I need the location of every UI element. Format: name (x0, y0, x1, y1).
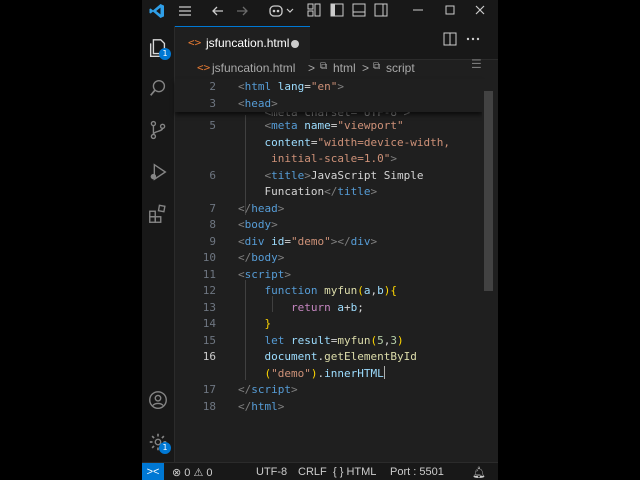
copilot-icon[interactable] (267, 3, 297, 23)
code-line-7: </head> (238, 201, 285, 215)
breadcrumb-separator: > (308, 61, 316, 75)
tag-icon: ⧉ (320, 61, 328, 72)
vscode-window: 1 1 <> jsfuncation.html <> jsfuncation.h… (142, 0, 498, 480)
code-line-6: <title>JavaScript Simple (264, 168, 424, 182)
live-server-port[interactable]: Port : 5501 (390, 466, 444, 478)
tag-icon: ⧉ (373, 61, 381, 72)
language-mode[interactable]: { } HTML (333, 466, 376, 478)
code-editor[interactable]: <meta charset="UTF-8"> <meta name="viewp… (175, 79, 482, 462)
code-line-18: </html> (238, 399, 285, 413)
html-file-icon: <> (188, 36, 202, 49)
tab-label: jsfuncation.html (206, 36, 290, 50)
line-number: 17 (202, 383, 216, 396)
minimap-icon: ☰ (471, 57, 482, 71)
account-icon[interactable] (144, 386, 172, 414)
code-line-10: </body> (238, 251, 285, 264)
close-icon[interactable] (468, 3, 492, 23)
breadcrumb-file-icon: <> (197, 61, 211, 74)
layout-toggle-icon[interactable] (305, 3, 323, 23)
line-number: 9 (209, 234, 216, 248)
search-icon[interactable] (144, 74, 172, 102)
status-bar: >< ⊗ 0 ⚠ 0 UTF-8 CRLF { } HTML Port : 55… (142, 462, 498, 480)
code-line-11: <script> (238, 267, 291, 281)
line-number: 10 (202, 251, 216, 264)
code-line-16-wrap: ("demo").innerHTML (264, 365, 385, 380)
sticky-line-2: <html lang="en"> (238, 80, 344, 93)
remote-indicator-icon[interactable]: >< (142, 463, 164, 480)
code-line-8: <body> (238, 218, 278, 231)
split-editor-icon[interactable] (441, 32, 459, 52)
breadcrumb-script[interactable]: script (386, 61, 415, 75)
line-number: 12 (202, 284, 216, 297)
breadcrumb: <> jsfuncation.html > ⧉ html > ⧉ script … (175, 57, 485, 79)
minimize-icon[interactable] (406, 3, 430, 23)
line-number: 3 (209, 96, 216, 110)
line-number-current: 16 (202, 350, 216, 363)
extensions-icon[interactable] (144, 200, 172, 228)
menu-icon[interactable] (175, 3, 195, 23)
breadcrumb-html[interactable]: html (333, 61, 356, 75)
encoding-indicator[interactable]: UTF-8 (256, 466, 287, 478)
vscode-logo-icon (148, 3, 166, 23)
code-line-5-wrap1: content="width=device-width, (264, 135, 450, 149)
line-number: 15 (202, 333, 216, 347)
run-debug-icon[interactable] (144, 158, 172, 186)
code-line-15: let result=myfun(5,3) (264, 333, 404, 347)
line-number: 7 (209, 201, 216, 215)
maximize-icon[interactable] (438, 3, 462, 23)
code-line-6-wrap: Funcation</title> (238, 185, 378, 198)
code-line-16: document.getElementById (264, 350, 417, 363)
eol-indicator[interactable]: CRLF (298, 466, 327, 478)
line-number: 6 (209, 168, 216, 182)
sticky-line-3: <head> (238, 96, 278, 110)
panel-bottom-icon[interactable] (350, 3, 368, 23)
tab-jsfuncation-html[interactable]: <> jsfuncation.html (175, 26, 310, 61)
problems-indicator[interactable]: ⊗ 0 ⚠ 0 (172, 466, 212, 479)
code-line-12: function myfun(a,b){ (264, 284, 397, 297)
editor-scrollbar[interactable] (482, 79, 496, 462)
unsaved-dot-icon[interactable] (291, 40, 299, 48)
settings-badge: 1 (159, 442, 171, 454)
title-bar (142, 0, 498, 26)
tab-bar: <> jsfuncation.html (175, 26, 498, 61)
forward-arrow-icon[interactable] (232, 3, 252, 23)
line-number: 8 (209, 218, 216, 231)
code-line-14: } (264, 317, 272, 330)
line-number: 5 (209, 119, 216, 132)
explorer-badge: 1 (159, 48, 171, 60)
line-number: 13 (202, 300, 216, 314)
scrollbar-thumb[interactable] (484, 91, 493, 291)
code-line-13: return a+b; (290, 300, 364, 314)
line-number: 2 (209, 80, 216, 93)
panel-right-icon[interactable] (372, 3, 390, 23)
back-arrow-icon[interactable] (208, 3, 228, 23)
line-number: 11 (202, 267, 216, 281)
code-line-9: <div id="demo"></div> (238, 234, 378, 248)
source-control-icon[interactable] (144, 116, 172, 144)
settings-gear-icon[interactable]: 1 (144, 428, 172, 456)
breadcrumb-separator: > (362, 61, 370, 75)
activity-bar: 1 1 (142, 26, 175, 462)
line-number: 14 (202, 317, 216, 330)
code-line-5: <meta name="viewport" (264, 119, 404, 132)
panel-left-icon[interactable] (328, 3, 346, 23)
notifications-bell-icon[interactable]: 🔔︎ (472, 466, 486, 479)
more-actions-icon[interactable] (463, 32, 483, 52)
code-line-5-wrap2: initial-scale=1.0"> (271, 152, 397, 165)
breadcrumb-file[interactable]: jsfuncation.html (212, 61, 295, 75)
line-number: 18 (202, 399, 216, 413)
text-cursor (383, 365, 385, 379)
explorer-icon[interactable]: 1 (144, 34, 172, 62)
sticky-scroll-header[interactable]: 2 <html lang="en"> 3 <head> (175, 79, 482, 112)
code-line-17: </script> (238, 383, 298, 396)
